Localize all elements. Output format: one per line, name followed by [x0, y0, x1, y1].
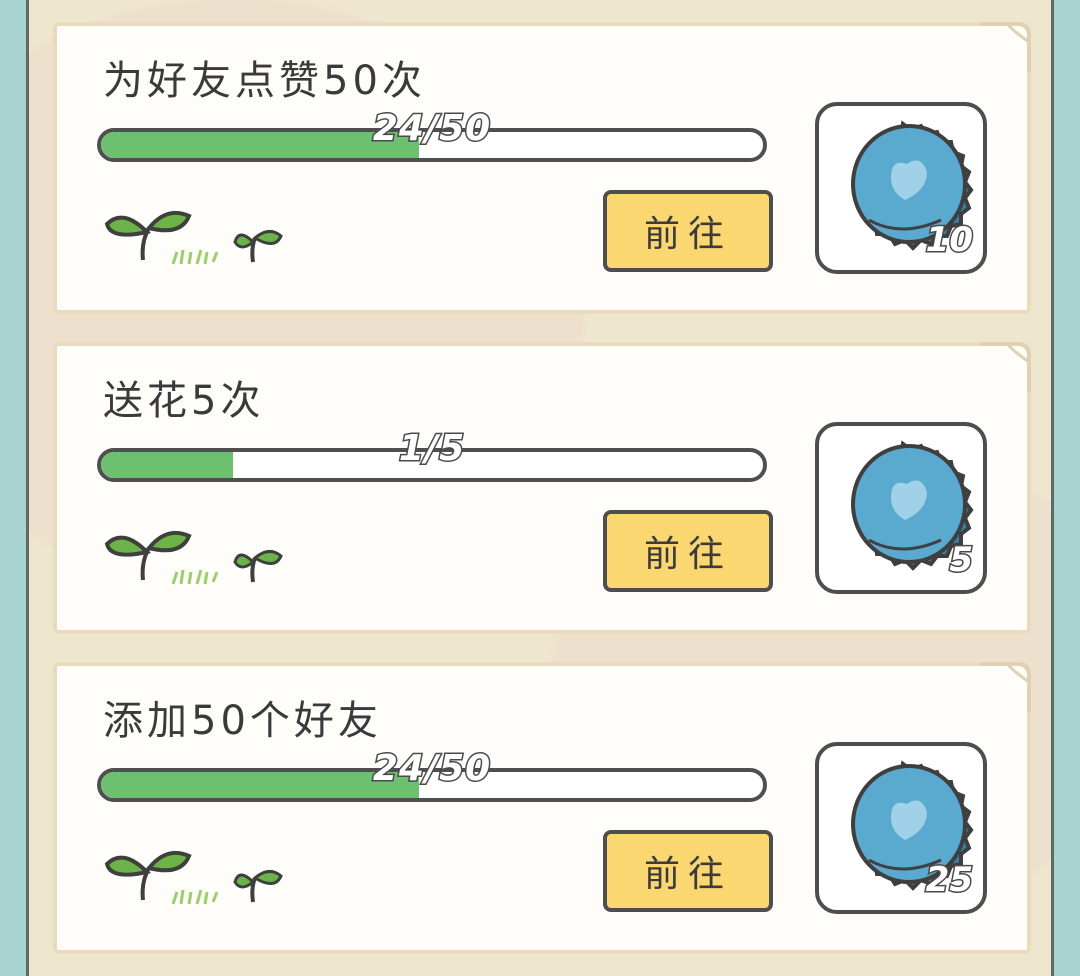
left-background-strip [0, 0, 26, 976]
go-button[interactable]: 前往 [603, 830, 773, 912]
progress-text: 24/50 [371, 107, 492, 151]
sprout-decoration-icon [104, 851, 283, 905]
task-board: 为好友点赞50次 24/50 前往 10 送花5次 1/5 前往 5 添加50个… [26, 0, 1054, 976]
task-title: 为好友点赞50次 [103, 58, 426, 104]
folded-corner-decoration [981, 22, 1031, 72]
go-button[interactable]: 前往 [603, 190, 773, 272]
sprout-decoration-icon [104, 531, 283, 585]
go-button[interactable]: 前往 [603, 510, 773, 592]
reward-count: 5 [948, 539, 975, 582]
progress-text: 24/50 [371, 747, 492, 791]
task-card: 送花5次 1/5 前往 5 [53, 342, 1031, 634]
right-background-strip [1054, 0, 1080, 976]
task-card: 添加50个好友 24/50 前往 25 [53, 662, 1031, 954]
folded-corner-decoration [981, 342, 1031, 392]
task-card: 为好友点赞50次 24/50 前往 10 [53, 22, 1031, 314]
reward-count: 25 [924, 859, 974, 902]
task-title: 添加50个好友 [103, 698, 382, 744]
reward-box[interactable]: 25 [815, 742, 987, 914]
progress-text: 1/5 [397, 427, 466, 471]
task-title: 送花5次 [103, 378, 265, 424]
reward-box[interactable]: 5 [815, 422, 987, 594]
sprout-decoration-icon [104, 211, 283, 265]
reward-box[interactable]: 10 [815, 102, 987, 274]
reward-count: 10 [924, 219, 974, 262]
folded-corner-decoration [981, 662, 1031, 712]
